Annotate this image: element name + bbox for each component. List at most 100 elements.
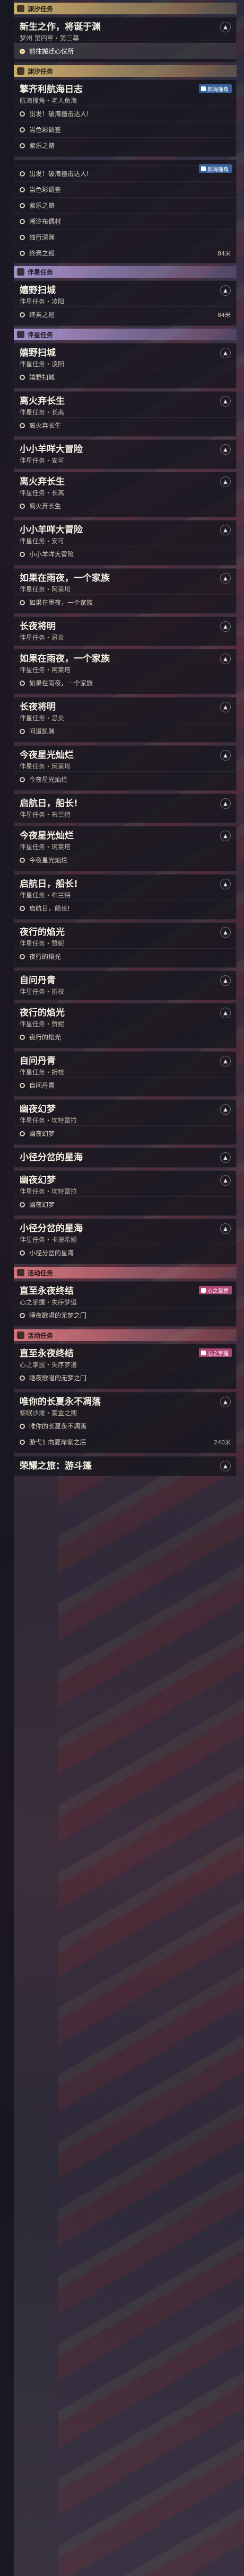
step-bullet-icon — [20, 111, 25, 117]
expand-chevron-icon[interactable]: ▲ — [220, 798, 231, 809]
expand-chevron-icon[interactable]: ▲ — [220, 831, 231, 841]
quest-step[interactable]: 今夜星光灿烂 — [14, 852, 236, 868]
quest-card[interactable]: 幽夜幻梦 伴星任务・坎特蕾拉 ▲ 幽夜幻梦 — [14, 1170, 237, 1216]
expand-chevron-icon[interactable]: ▲ — [220, 927, 231, 938]
quest-card[interactable]: 直至永夜终结 心之掌握・失序梦道 心之掌握 睡夜歌唱的无梦之门 — [14, 1344, 237, 1389]
quest-step[interactable]: 终焉之巡 84米 — [14, 306, 236, 322]
quest-step[interactable]: 潮汐布偶村 — [14, 213, 236, 229]
quest-step[interactable]: 小小羊咩大冒险 — [14, 546, 236, 562]
quest-subtitle: 伴星任务・凌阳 — [20, 360, 65, 368]
quest-card[interactable]: 长夜将明 伴星任务・忌炎 ▲ 问道凯渊 — [14, 697, 237, 743]
expand-chevron-icon[interactable]: ▲ — [220, 1104, 231, 1115]
expand-chevron-icon[interactable]: ▲ — [220, 573, 231, 584]
quest-card[interactable]: 嬉野扫城 伴星任务・凌阳 ▲ 嬉野扫城 — [14, 343, 237, 389]
expand-chevron-icon[interactable]: ▲ — [220, 525, 231, 535]
quest-card[interactable]: 幽夜幻梦 伴星任务・坎特蕾拉 ▲ 幽夜幻梦 — [14, 1099, 237, 1145]
expand-chevron-icon[interactable]: ▲ — [220, 22, 231, 32]
quest-step[interactable]: 前往搬迁心仪所 — [14, 43, 236, 59]
quest-card[interactable]: 夜行的焰光 伴星任务・赞妮 ▲ 夜行的焰光 — [14, 922, 237, 968]
step-bullet-icon — [20, 1312, 25, 1318]
step-bullet-icon — [20, 312, 25, 317]
quest-text: 直至永夜终结 心之掌握・失序梦道 — [20, 1347, 77, 1370]
quest-card[interactable]: 今夜星光灿烂 伴星任务・珂莱塔 ▲ 今夜星光灿烂 — [14, 826, 237, 871]
quest-step[interactable]: 睡夜歌唱的无梦之门 — [14, 1307, 236, 1323]
quest-step[interactable]: 自问丹青 — [14, 1077, 236, 1093]
quest-card[interactable]: 如果在雨夜，一个家族 伴星任务・阿莱塔 ▲ 如果在雨夜，一个家族 — [14, 568, 237, 614]
section-header: 活动任务 — [14, 1329, 237, 1341]
expand-chevron-icon[interactable]: ▲ — [220, 750, 231, 761]
quest-step[interactable]: 游弋1 向夏岸紫之后 240米 — [14, 1434, 236, 1450]
quest-step-label: 出发！破海撞击达人! — [29, 170, 89, 178]
expand-chevron-icon[interactable]: ▲ — [220, 396, 231, 407]
quest-card[interactable]: 启航日，船长! 伴星任务・布兰特 ▲ 启航日，船长! — [14, 874, 237, 920]
expand-chevron-icon[interactable]: ▲ — [220, 702, 231, 712]
expand-chevron-icon[interactable]: ▲ — [220, 444, 231, 455]
quest-card[interactable]: 长夜将明 伴星任务・忌炎 ▲ — [14, 616, 237, 646]
quest-card[interactable]: 离火弃长生 伴星任务・长离 ▲ 离火弃长生 — [14, 472, 237, 517]
quest-card[interactable]: 小小羊咩大冒险 伴星任务・安可 ▲ 小小羊咩大冒险 — [14, 520, 237, 566]
quest-step[interactable]: 幽夜幻梦 — [14, 1125, 236, 1141]
quest-card[interactable]: 小径分岔的星海 ▲ — [14, 1148, 237, 1168]
quest-step[interactable]: 当色彩调查 — [14, 121, 236, 137]
quest-step-label: 今夜星光灿烂 — [29, 857, 68, 864]
quest-card[interactable]: 航海撞角 出发！破海撞击达人! 当色彩调查 紫乐之赂 潮汐布偶村 独行深渊 终焉之巡 84米 — [14, 160, 237, 263]
quest-card[interactable]: 新生之作，将诞于渊 梦州 第四章・第三幕 ▲ 前往搬迁心仪所 — [14, 17, 237, 63]
expand-chevron-icon[interactable]: ▲ — [220, 1223, 231, 1234]
quest-card-header: 启航日，船长! 伴星任务・布兰特 ▲ — [20, 797, 231, 819]
expand-chevron-icon[interactable]: ▲ — [220, 1008, 231, 1018]
quest-card[interactable]: 小小羊咩大冒险 伴星任务・安可 ▲ — [14, 439, 237, 469]
quest-step[interactable]: 终焉之巡 84米 — [14, 245, 236, 261]
quest-step[interactable]: 问道凯渊 — [14, 723, 236, 739]
quest-card[interactable]: 启航日，船长! 伴星任务・布兰特 ▲ — [14, 793, 237, 823]
quest-card[interactable]: 擎齐利航海日志 航海撞角・老人鱼海 航海撞角 出发！破海撞击达人! 当色彩调查 紫乐之赂 — [14, 80, 237, 157]
quest-category-icon — [17, 67, 24, 75]
expand-chevron-icon[interactable]: ▲ — [220, 285, 231, 296]
quest-card[interactable]: 唯你的长夏永不凋落 黎眠沙滩・雾盒之期 ▲ 唯你的长夏永不凋落 游弋1 向夏岸紫之后 24… — [14, 1392, 237, 1453]
quest-step[interactable]: 如果在雨夜，一个家族 — [14, 594, 236, 610]
quest-step[interactable]: 离火弃长生 — [14, 498, 236, 514]
quest-step[interactable]: 嬉野扫城 — [14, 369, 236, 385]
quest-step[interactable]: 夜行的焰光 — [14, 1029, 236, 1045]
section-header-label: 渊汐任务 — [28, 67, 54, 75]
quest-step[interactable]: 当色彩调查 — [14, 181, 236, 197]
quest-card[interactable]: 小径分岔的星海 伴星任务・卡提希娅 ▲ 小径分岔的星海 — [14, 1219, 237, 1264]
expand-chevron-icon[interactable]: ▲ — [220, 477, 231, 487]
step-bullet-icon — [20, 234, 25, 240]
expand-chevron-icon[interactable]: ▲ — [220, 1397, 231, 1407]
quest-subtitle: 伴星任务・坎特蕾拉 — [20, 1188, 77, 1195]
quest-step[interactable]: 幽夜幻梦 — [14, 1196, 236, 1212]
quest-step[interactable]: 紫乐之赂 — [14, 197, 236, 213]
quest-step[interactable]: 出发！破海撞击达人! — [14, 105, 236, 121]
quest-card[interactable]: 今夜星光灿烂 伴星任务・珂莱塔 ▲ 今夜星光灿烂 — [14, 745, 237, 791]
expand-chevron-icon[interactable]: ▲ — [220, 654, 231, 664]
quest-card[interactable]: 夜行的焰光 伴星任务・赞妮 ▲ 夜行的焰光 — [14, 1003, 237, 1048]
quest-card[interactable]: 荣耀之旅：游斗篷 ▲ — [14, 1456, 237, 1476]
expand-chevron-icon[interactable]: ▲ — [220, 879, 231, 889]
quest-step[interactable]: 今夜星光灿烂 — [14, 771, 236, 787]
quest-step-label: 嬉野扫城 — [29, 374, 55, 381]
quest-card-header: 启航日，船长! 伴星任务・布兰特 ▲ — [20, 878, 231, 900]
quest-step[interactable]: 睡夜歌唱的无梦之门 — [14, 1370, 236, 1386]
expand-chevron-icon[interactable]: ▲ — [220, 1152, 231, 1163]
quest-step[interactable]: 夜行的焰光 — [14, 948, 236, 964]
quest-card[interactable]: 自问丹青 伴星任务・折枝 ▲ 自问丹青 — [14, 1051, 237, 1097]
quest-card[interactable]: 自问丹青 伴星任务・折枝 ▲ — [14, 971, 237, 1000]
quest-step[interactable]: 唯你的长夏永不凋落 — [14, 1418, 236, 1434]
expand-chevron-icon[interactable]: ▲ — [220, 1056, 231, 1066]
quest-step[interactable]: 独行深渊 — [14, 229, 236, 245]
quest-card[interactable]: 直至永夜终结 心之掌握・失序梦道 心之掌握 睡夜歌唱的无梦之门 — [14, 1281, 237, 1327]
quest-step[interactable]: 启航日，船长! — [14, 900, 236, 916]
quest-title: 新生之作，将诞于渊 — [20, 22, 101, 32]
quest-card[interactable]: 如果在雨夜，一个家族 伴星任务・阿莱塔 ▲ 如果在雨夜，一个家族 — [14, 649, 237, 694]
quest-step[interactable]: 小径分岔的星海 — [14, 1245, 236, 1260]
expand-chevron-icon[interactable]: ▲ — [220, 1461, 231, 1471]
quest-step[interactable]: 离火弃长生 — [14, 417, 236, 433]
expand-chevron-icon[interactable]: ▲ — [220, 621, 231, 632]
quest-step[interactable]: 紫乐之赂 — [14, 137, 236, 153]
expand-chevron-icon[interactable]: ▲ — [220, 348, 231, 358]
expand-chevron-icon[interactable]: ▲ — [220, 975, 231, 986]
expand-chevron-icon[interactable]: ▲ — [220, 1175, 231, 1186]
quest-card[interactable]: 嬉野扫城 伴星任务・凌阳 ▲ 终焉之巡 84米 — [14, 280, 237, 326]
quest-step[interactable]: 如果在雨夜，一个家族 — [14, 675, 236, 691]
quest-card[interactable]: 离火弃长生 伴星任务・长离 ▲ 离火弃长生 — [14, 391, 237, 437]
